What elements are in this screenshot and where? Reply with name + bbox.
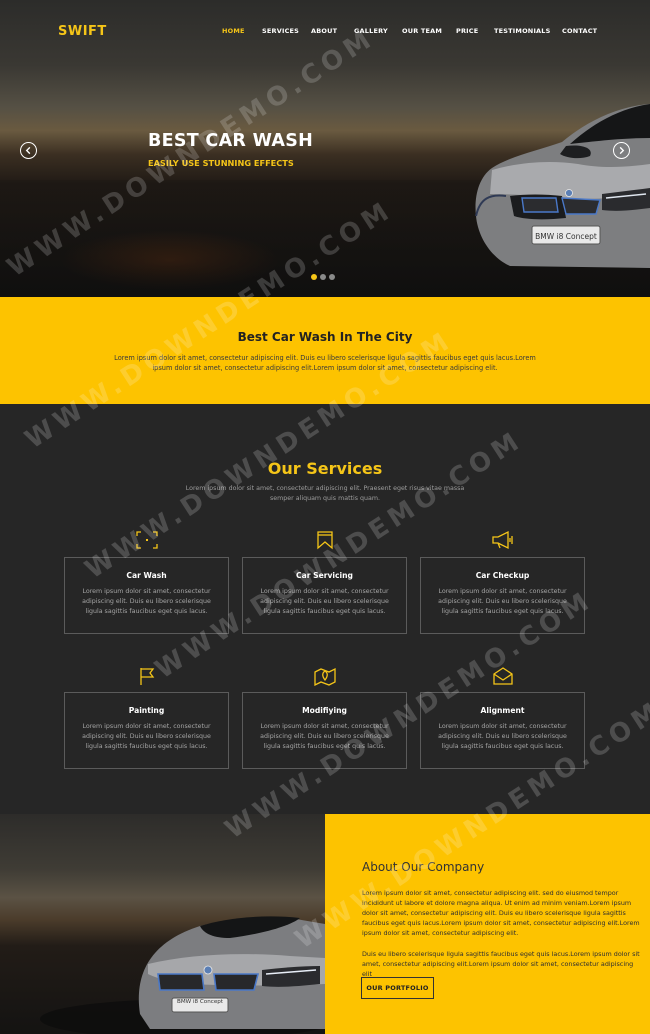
- service-title: Car Wash: [126, 571, 167, 580]
- nav-home[interactable]: HOME: [222, 27, 245, 35]
- service-title: Painting: [128, 706, 165, 715]
- hero-car-plate: BMW i8 Concept: [535, 232, 597, 241]
- service-card-car-wash[interactable]: Car Wash Lorem ipsum dolor sit amet, con…: [64, 557, 229, 634]
- services-section: Our Services Lorem ipsum dolor sit amet,…: [0, 404, 650, 814]
- hero-car-image: BMW i8 Concept: [475, 104, 650, 268]
- service-text: Lorem ipsum dolor sit amet, consectetur …: [260, 723, 389, 750]
- intro-banner: Best Car Wash In The City Lorem ipsum do…: [0, 297, 650, 404]
- about-car-plate: BMW i8 Concept: [177, 999, 223, 1005]
- site-logo[interactable]: SWIFT: [58, 24, 107, 39]
- bookmark-icon: [312, 529, 338, 551]
- service-text: Lorem ipsum dolor sit amet, consectetur …: [82, 588, 211, 615]
- flag-icon: [134, 665, 160, 687]
- nav-contact[interactable]: CONTACT: [562, 27, 597, 35]
- about-car-image: BMW i8 Concept: [0, 814, 325, 1034]
- service-card-car-checkup[interactable]: Car Checkup Lorem ipsum dolor sit amet, …: [420, 557, 585, 634]
- service-text: Lorem ipsum dolor sit amet, consectetur …: [82, 723, 211, 750]
- about-paragraph-1: Lorem ipsum dolor sit amet, consectetur …: [362, 889, 640, 937]
- chevron-left-icon: [25, 146, 31, 155]
- map-pin-icon: [312, 665, 338, 687]
- megaphone-icon: [490, 529, 516, 551]
- slider-prev-button[interactable]: [20, 142, 37, 159]
- focus-frame-icon: [134, 529, 160, 551]
- service-title: Modifiying: [302, 706, 347, 715]
- nav-our-team[interactable]: OUR TEAM: [402, 27, 442, 35]
- service-text: Lorem ipsum dolor sit amet, consectetur …: [260, 588, 389, 615]
- about-car-illustration: [40, 916, 325, 1034]
- slider-dot-3[interactable]: [329, 274, 335, 280]
- banner-text: Lorem ipsum dolor sit amet, consectetur …: [114, 354, 536, 372]
- envelope-icon: [490, 665, 516, 687]
- service-text: Lorem ipsum dolor sit amet, consectetur …: [438, 588, 567, 615]
- slider-dot-1[interactable]: [311, 274, 317, 280]
- service-title: Alignment: [480, 706, 525, 715]
- service-title: Car Servicing: [296, 571, 353, 580]
- service-card-modifiying[interactable]: Modifiying Lorem ipsum dolor sit amet, c…: [242, 692, 407, 769]
- nav-gallery[interactable]: GALLERY: [354, 27, 388, 35]
- hero-title: BEST CAR WASH: [148, 131, 314, 151]
- about-section: About Our Company Lorem ipsum dolor sit …: [325, 814, 650, 1034]
- nav-about[interactable]: ABOUT: [311, 27, 337, 35]
- our-portfolio-button[interactable]: OUR PORTFOLIO: [361, 977, 434, 999]
- top-navigation: SWIFT HOME SERVICES ABOUT GALLERY OUR TE…: [0, 0, 650, 64]
- about-title: About Our Company: [362, 860, 485, 874]
- chevron-right-icon: [619, 146, 625, 155]
- slider-dot-2[interactable]: [320, 274, 326, 280]
- services-title: Our Services: [267, 459, 383, 478]
- nav-testimonials[interactable]: TESTIMONIALS: [494, 27, 551, 35]
- hero-subtitle: EASILY USE STUNNING EFFECTS: [148, 158, 294, 168]
- hero-slider: BMW i8 Concept SWIFT HOME SERVICES ABOUT…: [0, 0, 650, 297]
- nav-services[interactable]: SERVICES: [262, 27, 299, 35]
- service-text: Lorem ipsum dolor sit amet, consectetur …: [438, 723, 567, 750]
- service-card-painting[interactable]: Painting Lorem ipsum dolor sit amet, con…: [64, 692, 229, 769]
- service-title: Car Checkup: [475, 571, 530, 580]
- about-paragraph-2: Duis eu libero scelerisque ligula sagitt…: [362, 950, 640, 978]
- banner-title: Best Car Wash In The City: [237, 330, 413, 344]
- slider-next-button[interactable]: [613, 142, 630, 159]
- services-intro: Lorem ipsum dolor sit amet, consectetur …: [185, 485, 465, 502]
- nav-price[interactable]: PRICE: [456, 27, 478, 35]
- slider-pagination: [311, 274, 335, 280]
- service-card-alignment[interactable]: Alignment Lorem ipsum dolor sit amet, co…: [420, 692, 585, 769]
- service-card-car-servicing[interactable]: Car Servicing Lorem ipsum dolor sit amet…: [242, 557, 407, 634]
